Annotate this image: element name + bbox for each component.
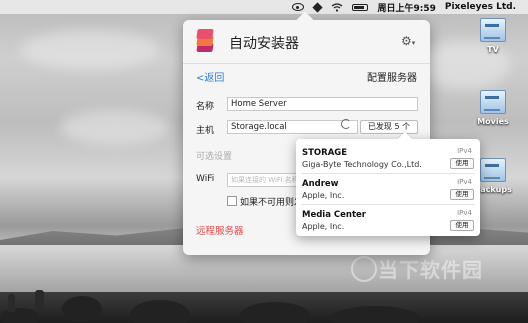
rock	[130, 300, 190, 323]
spinner-icon	[341, 119, 351, 129]
server-vendor: Giga-Byte Technology Co.,Ltd.	[302, 160, 422, 169]
divider	[301, 204, 475, 205]
app-title: 自动安装器	[229, 36, 299, 52]
use-server-button[interactable]: 使用	[450, 158, 474, 169]
watermark-circle	[351, 256, 377, 282]
use-server-button[interactable]: 使用	[450, 189, 474, 200]
discovered-servers-popup: STORAGE Giga-Byte Technology Co.,Ltd. IP…	[296, 139, 480, 236]
back-button[interactable]: <返回	[196, 69, 224, 84]
found-servers-button[interactable]: 已发现 5 个	[360, 120, 418, 134]
app-logo-icon	[195, 29, 217, 53]
battery-icon[interactable]	[352, 3, 369, 11]
remote-server-link[interactable]: 远程服务器	[196, 223, 244, 237]
menu-user[interactable]: Pixeleyes Ltd.	[445, 2, 516, 12]
desktop-icon-movies[interactable]: Movies	[473, 90, 513, 126]
optional-settings-label: 可选设置	[196, 152, 233, 162]
ip-version-badge: IPv4	[457, 209, 472, 217]
use-server-button[interactable]: 使用	[450, 220, 474, 231]
cloud	[60, 110, 170, 145]
server-vendor: Apple, Inc.	[302, 191, 345, 200]
server-name: Andrew	[302, 179, 339, 189]
gear-icon[interactable]: ⚙▾	[401, 34, 415, 48]
back-label: 返回	[204, 73, 225, 84]
cloud	[20, 30, 160, 70]
network-drive-icon	[480, 90, 506, 114]
person-silhouette	[35, 290, 44, 312]
autoinstaller-cube-icon[interactable]	[312, 1, 324, 13]
desktop-icon-tv[interactable]: TV	[473, 18, 513, 54]
server-name: Media Center	[302, 210, 366, 220]
network-drive-icon	[480, 18, 506, 42]
rock	[0, 308, 40, 323]
rock	[62, 296, 102, 322]
pixeleyes-eye-icon[interactable]	[292, 3, 305, 11]
menu-bar: 周日上午9:59 Pixeleyes Ltd.	[0, 0, 528, 14]
network-drive-icon	[480, 158, 506, 182]
person-silhouette	[8, 294, 15, 312]
wifi-icon[interactable]	[331, 2, 343, 12]
host-field[interactable]: Storage.local	[227, 120, 358, 134]
ip-version-badge: IPv4	[457, 178, 472, 186]
fallback-label: 如果不可用则发	[240, 198, 304, 208]
server-vendor: Apple, Inc.	[302, 222, 345, 231]
rock	[240, 302, 310, 323]
list-item[interactable]: Media Center Apple, Inc. IPv4 使用	[296, 204, 480, 235]
nav-bar: <返回 配置服务器	[183, 63, 430, 87]
name-label: 名称	[196, 102, 215, 112]
nav-title: 配置服务器	[367, 73, 417, 84]
server-name: STORAGE	[302, 148, 348, 158]
list-item[interactable]: STORAGE Giga-Byte Technology Co.,Ltd. IP…	[296, 142, 480, 173]
divider	[301, 173, 475, 174]
watermark-text: 当下软件园	[378, 258, 483, 282]
menu-clock[interactable]: 周日上午9:59	[377, 1, 435, 14]
panel-header: 自动安装器 ⚙▾	[183, 20, 430, 64]
desktop-icon-label: TV	[487, 45, 499, 54]
fallback-checkbox[interactable]	[227, 196, 237, 206]
ip-version-badge: IPv4	[457, 147, 472, 155]
name-field[interactable]: Home Server	[227, 97, 418, 111]
wifi-label: WiFi	[196, 174, 215, 184]
list-item[interactable]: Andrew Apple, Inc. IPv4 使用	[296, 173, 480, 204]
desktop-icon-label: Movies	[477, 117, 509, 126]
host-label: 主机	[196, 126, 215, 136]
